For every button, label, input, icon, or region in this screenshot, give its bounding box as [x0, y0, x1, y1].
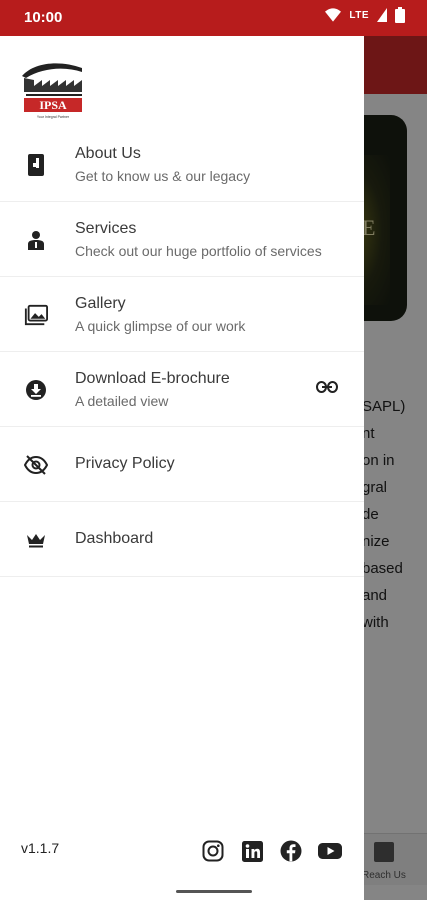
menu-item-title: Dashboard [75, 530, 154, 547]
logo-text: IPSA [39, 98, 67, 112]
menu-item-subtitle: Check out our huge portfolio of services [75, 243, 322, 259]
menu-item-subtitle: A quick glimpse of our work [75, 318, 246, 334]
person-icon [24, 228, 48, 252]
status-time: 10:00 [24, 9, 63, 26]
link-icon[interactable] [316, 380, 338, 400]
ipsa-logo: IPSA Your Integral Partner [20, 56, 86, 122]
wifi-icon [325, 8, 342, 22]
status-bar: 10:00 LTE [0, 0, 427, 36]
eye-off-icon [24, 453, 48, 477]
menu-item-about-us[interactable]: About Us Get to know us & our legacy [0, 127, 364, 202]
menu-item-title: Gallery [75, 295, 126, 312]
gesture-nav-handle[interactable] [176, 890, 252, 893]
book-icon [24, 153, 48, 177]
logo-tagline: Your Integral Partner [37, 115, 70, 119]
menu-item-title: About Us [75, 145, 141, 162]
facebook-icon[interactable] [279, 839, 303, 863]
app-version: v1.1.7 [21, 840, 60, 856]
social-links [201, 839, 342, 863]
menu-item-title: Download E-brochure [75, 370, 230, 387]
menu-item-gallery[interactable]: Gallery A quick glimpse of our work [0, 277, 364, 352]
download-circle-icon [24, 378, 48, 402]
menu-item-title: Privacy Policy [75, 455, 175, 472]
instagram-icon[interactable] [201, 839, 225, 863]
menu-item-subtitle: A detailed view [75, 393, 169, 409]
crown-icon [24, 528, 48, 552]
navigation-drawer: IPSA Your Integral Partner About Us Get … [0, 36, 364, 900]
menu-item-dashboard[interactable]: Dashboard [0, 502, 364, 577]
youtube-icon[interactable] [318, 839, 342, 863]
signal-icon [377, 8, 387, 22]
status-icons: LTE [325, 7, 405, 23]
menu-item-download-e-brochure[interactable]: Download E-brochure A detailed view [0, 352, 364, 427]
menu-item-privacy-policy[interactable]: Privacy Policy [0, 427, 364, 502]
menu-item-title: Services [75, 220, 137, 237]
network-type: LTE [349, 9, 369, 21]
photo-library-icon [24, 303, 48, 327]
drawer-menu: About Us Get to know us & our legacy Ser… [0, 127, 364, 577]
linkedin-icon[interactable] [240, 839, 264, 863]
menu-item-subtitle: Get to know us & our legacy [75, 168, 251, 184]
battery-icon [395, 7, 405, 23]
menu-item-services[interactable]: Services Check out our huge portfolio of… [0, 202, 364, 277]
